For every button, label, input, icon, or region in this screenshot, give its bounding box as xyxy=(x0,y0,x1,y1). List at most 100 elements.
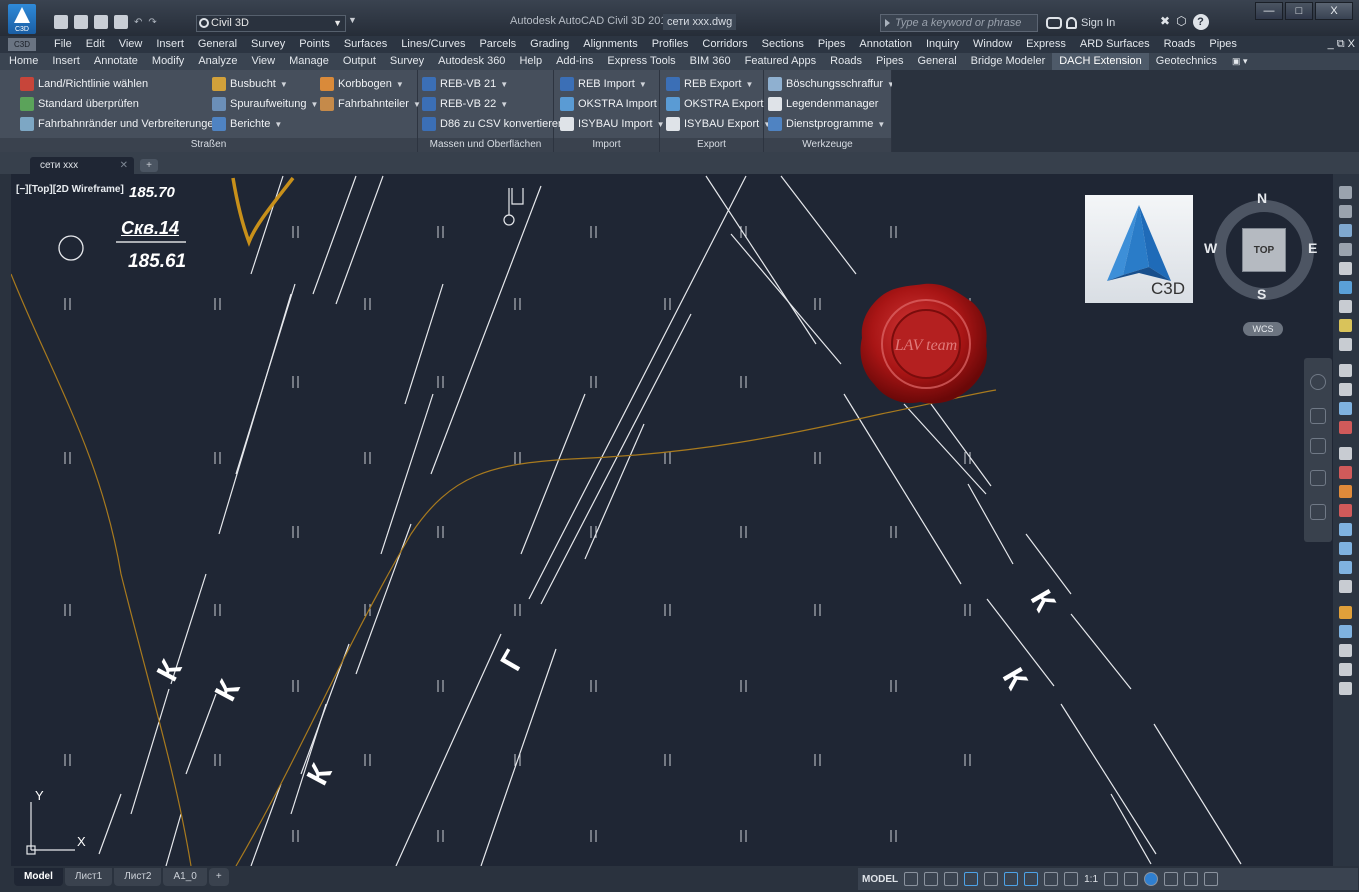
menu-item[interactable]: ARD Surfaces xyxy=(1073,36,1157,53)
palette-tool-icon[interactable] xyxy=(1339,421,1352,434)
ribbon-tab[interactable]: Modify xyxy=(145,53,191,70)
dienstprogramme-button[interactable]: Dienstprogramme ▼ xyxy=(768,116,885,132)
auto-scale-icon[interactable] xyxy=(1064,872,1079,886)
palette-tool-icon[interactable] xyxy=(1339,300,1352,313)
workspace-dropdown[interactable]: Civil 3D ▼ xyxy=(196,15,346,32)
busbucht-button[interactable]: Busbucht ▼ xyxy=(212,76,288,92)
c3d-menu-icon[interactable]: C3D xyxy=(8,38,36,51)
minimize-button[interactable]: — xyxy=(1255,2,1283,20)
palette-tool-icon[interactable] xyxy=(1339,402,1352,415)
palette-tool-icon[interactable] xyxy=(1339,561,1352,574)
isometric-icon[interactable] xyxy=(984,872,999,886)
isybau-import-button[interactable]: ISYBAU Import ▼ xyxy=(560,116,665,132)
zoom-extents-icon[interactable] xyxy=(1310,438,1326,454)
layout-tab-list1[interactable]: Лист1 xyxy=(64,868,113,886)
document-tab[interactable]: сети ххх ✕ xyxy=(30,157,134,174)
ribbon-tab[interactable]: DACH Extension xyxy=(1052,53,1149,70)
palette-tool-icon[interactable] xyxy=(1339,663,1352,676)
ribbon-tab[interactable]: View xyxy=(244,53,282,70)
isybau-export-button[interactable]: ISYBAU Export▼ xyxy=(666,116,771,132)
ribbon-tab[interactable]: Analyze xyxy=(191,53,244,70)
palette-tool-icon[interactable] xyxy=(1339,682,1352,695)
palette-tool-icon[interactable] xyxy=(1339,542,1352,555)
document-window-controls[interactable]: _ ⧉ X xyxy=(1328,36,1355,53)
compass-east[interactable]: E xyxy=(1308,240,1317,256)
panel-title-strassen[interactable]: Straßen xyxy=(0,138,417,152)
menu-item[interactable]: Sections xyxy=(755,36,811,53)
object-snap-icon[interactable] xyxy=(1024,872,1039,886)
compass-west[interactable]: W xyxy=(1204,240,1217,256)
wcs-menu[interactable]: WCS xyxy=(1243,322,1283,336)
menu-item[interactable]: Surfaces xyxy=(337,36,394,53)
save-icon[interactable] xyxy=(94,15,108,29)
menu-item[interactable]: Profiles xyxy=(645,36,696,53)
add-layout-button[interactable]: + xyxy=(208,868,229,886)
menu-item[interactable]: Window xyxy=(966,36,1019,53)
panel-title-werkzeuge[interactable]: Werkzeuge xyxy=(764,138,891,152)
boeschungsschraffur-button[interactable]: Böschungsschraffur ▼ xyxy=(768,76,895,92)
menu-item[interactable]: Express xyxy=(1019,36,1073,53)
menu-item[interactable]: Pipes xyxy=(1202,36,1244,53)
palette-tool-icon[interactable] xyxy=(1339,186,1352,199)
ribbon-tab[interactable]: Autodesk 360 xyxy=(431,53,512,70)
steering-wheel-icon[interactable] xyxy=(1310,374,1326,390)
d86-csv-button[interactable]: D86 zu CSV konvertieren xyxy=(422,116,564,132)
ribbon-tab[interactable]: Output xyxy=(336,53,383,70)
viewcube-top-face[interactable]: TOP xyxy=(1242,228,1286,272)
snap-icon[interactable] xyxy=(924,872,939,886)
close-button[interactable]: X xyxy=(1315,2,1353,20)
viewcube[interactable]: TOP N S E W xyxy=(1204,190,1324,310)
menu-item[interactable]: Insert xyxy=(149,36,191,53)
print-icon[interactable] xyxy=(114,15,128,29)
palette-tool-icon[interactable] xyxy=(1339,625,1352,638)
ribbon-tab[interactable]: General xyxy=(911,53,964,70)
viewport-controls[interactable]: [−][Top][2D Wireframe] xyxy=(16,184,124,195)
palette-tool-icon[interactable] xyxy=(1339,504,1352,517)
ribbon-tab[interactable]: Annotate xyxy=(87,53,145,70)
ribbon-tab[interactable]: Roads xyxy=(823,53,869,70)
annotation-monitor-icon[interactable] xyxy=(1124,872,1139,886)
ribbon-tab[interactable]: Manage xyxy=(282,53,336,70)
open-file-icon[interactable] xyxy=(74,15,88,29)
help-icon[interactable]: ? xyxy=(1192,14,1209,30)
menu-item[interactable]: Annotation xyxy=(852,36,919,53)
reb-vb22-button[interactable]: REB-VB 22 ▼ xyxy=(422,96,508,112)
panel-title-import[interactable]: Import xyxy=(554,138,659,152)
menu-item[interactable]: General xyxy=(191,36,244,53)
polar-tracking-icon[interactable] xyxy=(964,872,979,886)
model-space-toggle[interactable]: MODEL xyxy=(862,874,898,885)
panel-title-massen[interactable]: Massen und Oberflächen xyxy=(418,138,553,152)
reb-import-button[interactable]: REB Import ▼ xyxy=(560,76,647,92)
menu-item[interactable]: Points xyxy=(292,36,337,53)
okstra-import-button[interactable]: OKSTRA Import xyxy=(560,96,657,112)
palette-tool-icon[interactable] xyxy=(1339,262,1352,275)
menu-item[interactable]: Inquiry xyxy=(919,36,966,53)
menu-item[interactable]: Roads xyxy=(1157,36,1203,53)
palette-tool-icon[interactable] xyxy=(1339,485,1352,498)
reb-export-button[interactable]: REB Export ▼ xyxy=(666,76,753,92)
berichte-button[interactable]: Berichte ▼ xyxy=(212,116,282,132)
ribbon-tab[interactable]: Help xyxy=(512,53,549,70)
palette-tool-icon[interactable] xyxy=(1339,523,1352,536)
ribbon-tab[interactable]: BIM 360 xyxy=(683,53,738,70)
palette-tool-icon[interactable] xyxy=(1339,580,1352,593)
clean-screen-icon[interactable] xyxy=(1184,872,1199,886)
close-tab-icon[interactable]: ✕ xyxy=(120,157,128,174)
menu-item[interactable]: Parcels xyxy=(472,36,523,53)
a360-icon[interactable]: ⬡ xyxy=(1176,14,1186,30)
undo-icon[interactable]: ↶ xyxy=(134,17,142,28)
new-tab-button[interactable]: + xyxy=(140,159,158,172)
new-file-icon[interactable] xyxy=(54,15,68,29)
annotation-visibility-icon[interactable] xyxy=(1044,872,1059,886)
layout-tab-list2[interactable]: Лист2 xyxy=(114,868,162,886)
panel-title-export[interactable]: Export xyxy=(660,138,763,152)
ribbon-tab[interactable]: Add-ins xyxy=(549,53,600,70)
menu-item[interactable]: File xyxy=(47,36,79,53)
palette-tool-icon[interactable] xyxy=(1339,243,1352,256)
palette-tool-icon[interactable] xyxy=(1339,466,1352,479)
menu-item[interactable]: Corridors xyxy=(695,36,754,53)
reb-vb21-button[interactable]: REB-VB 21 ▼ xyxy=(422,76,508,92)
compass-north[interactable]: N xyxy=(1257,190,1267,206)
ribbon-tab[interactable]: Featured Apps xyxy=(738,53,824,70)
palette-tool-icon[interactable] xyxy=(1339,281,1352,294)
